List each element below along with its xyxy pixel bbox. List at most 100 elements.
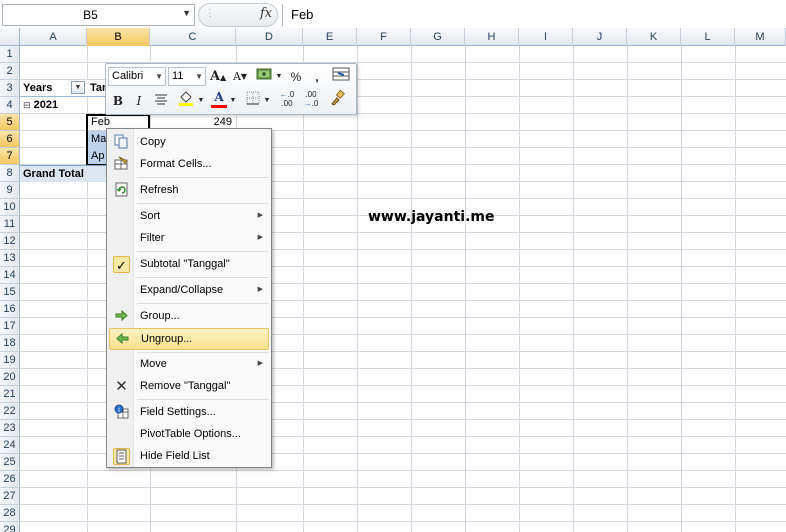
grow-font-button[interactable]: A▲ bbox=[210, 67, 226, 87]
row-header-25[interactable]: 25 bbox=[0, 454, 20, 471]
accounting-format-button[interactable] bbox=[254, 67, 274, 87]
menu-item-expand-collapse[interactable]: Expand/Collapse ▶ bbox=[109, 280, 269, 302]
menu-item-field-settings[interactable]: i Field Settings... bbox=[109, 402, 269, 424]
row-header-6[interactable]: 6 bbox=[0, 131, 20, 148]
refresh-icon bbox=[113, 182, 130, 199]
format-painter-table-button[interactable] bbox=[330, 67, 352, 87]
column-header-c[interactable]: C bbox=[150, 28, 236, 46]
column-header-l[interactable]: L bbox=[681, 28, 735, 46]
italic-button[interactable]: I bbox=[132, 91, 146, 111]
pivot-group-2021[interactable]: ⊟ 2021 bbox=[20, 97, 87, 114]
comma-style-button[interactable]: , bbox=[310, 67, 324, 87]
row-header-21[interactable]: 21 bbox=[0, 386, 20, 403]
menu-item-pivottable-options[interactable]: PivotTable Options... bbox=[109, 424, 269, 446]
column-header-m[interactable]: M bbox=[735, 28, 786, 46]
row-header-3[interactable]: 3 bbox=[0, 80, 20, 97]
row-header-9[interactable]: 9 bbox=[0, 182, 20, 199]
row-header-7[interactable]: 7 bbox=[0, 148, 20, 165]
menu-item-group[interactable]: Group... bbox=[109, 306, 269, 328]
menu-item-remove-label: Remove "Tanggal" bbox=[140, 380, 231, 392]
mini-toolbar: Calibri ▼ 11 ▼ A▲ A▼ ▼ % , B I ▼ A ▼ ▼ ←… bbox=[105, 63, 357, 115]
font-size-combo[interactable]: 11 ▼ bbox=[168, 67, 206, 86]
row-header-10[interactable]: 10 bbox=[0, 199, 20, 216]
row-header-14[interactable]: 14 bbox=[0, 267, 20, 284]
field-list-icon bbox=[113, 448, 130, 465]
column-header-g[interactable]: G bbox=[411, 28, 465, 46]
chevron-down-icon[interactable]: ▼ bbox=[229, 91, 237, 111]
row-header-13[interactable]: 13 bbox=[0, 250, 20, 267]
column-header-k[interactable]: K bbox=[627, 28, 681, 46]
menu-item-remove[interactable]: ✕ Remove "Tanggal" bbox=[109, 376, 269, 398]
row-header-23[interactable]: 23 bbox=[0, 420, 20, 437]
collapse-minus-icon[interactable]: ⊟ bbox=[23, 100, 31, 110]
row-header-26[interactable]: 26 bbox=[0, 471, 20, 488]
menu-item-pivottable-options-label: PivotTable Options... bbox=[140, 428, 241, 440]
row-header-12[interactable]: 12 bbox=[0, 233, 20, 250]
font-name-combo[interactable]: Calibri ▼ bbox=[108, 67, 166, 86]
row-header-16[interactable]: 16 bbox=[0, 301, 20, 318]
row-header-1[interactable]: 1 bbox=[0, 46, 20, 63]
table-format-icon bbox=[332, 67, 350, 81]
pivot-header-tanggal[interactable]: Tan bbox=[87, 80, 107, 97]
row-header-24[interactable]: 24 bbox=[0, 437, 20, 454]
insert-function-icon[interactable]: fx bbox=[260, 6, 272, 21]
row-header-8[interactable]: 8 bbox=[0, 165, 20, 182]
row-header-15[interactable]: 15 bbox=[0, 284, 20, 301]
row-header-4[interactable]: 4 bbox=[0, 97, 20, 114]
row-header-29[interactable]: 29 bbox=[0, 522, 20, 532]
name-box[interactable]: B5 ▼ bbox=[2, 4, 195, 26]
column-header-a[interactable]: A bbox=[20, 28, 87, 46]
menu-item-filter[interactable]: Filter ▶ bbox=[109, 228, 269, 250]
decrease-decimal-button[interactable]: .00 →.0 bbox=[300, 90, 322, 110]
bold-button[interactable]: B bbox=[110, 91, 126, 111]
chevron-down-icon[interactable]: ▼ bbox=[182, 8, 191, 18]
fill-color-button[interactable] bbox=[176, 89, 196, 109]
pivot-grand-total[interactable]: Grand Total bbox=[20, 165, 107, 182]
chevron-down-icon[interactable]: ▼ bbox=[263, 91, 271, 111]
column-header-e[interactable]: E bbox=[303, 28, 357, 46]
borders-button[interactable] bbox=[244, 91, 262, 111]
menu-item-format-cells[interactable]: Format Cells... bbox=[109, 154, 269, 176]
column-header-b[interactable]: B bbox=[87, 28, 150, 46]
row-header-28[interactable]: 28 bbox=[0, 505, 20, 522]
percent-style-button[interactable]: % bbox=[288, 67, 304, 87]
grid-line bbox=[20, 487, 786, 488]
shrink-font-button[interactable]: A▼ bbox=[232, 67, 248, 87]
row-header-17[interactable]: 17 bbox=[0, 318, 20, 335]
format-painter-button[interactable] bbox=[326, 89, 348, 110]
font-color-bar bbox=[211, 105, 227, 108]
select-all-corner[interactable] bbox=[0, 28, 20, 46]
menu-item-refresh-label: Refresh bbox=[140, 184, 179, 196]
formula-input[interactable]: Feb bbox=[282, 4, 786, 26]
decrease-decimal-icon: .00 →.0 bbox=[303, 90, 319, 108]
column-header-f[interactable]: F bbox=[357, 28, 411, 46]
years-filter-dropdown-icon[interactable]: ▼ bbox=[71, 81, 85, 94]
format-cells-icon bbox=[113, 156, 130, 173]
row-header-19[interactable]: 19 bbox=[0, 352, 20, 369]
menu-item-subtotal[interactable]: ✓ Subtotal "Tanggal" bbox=[109, 254, 269, 276]
watermark-text: www.jayanti.me bbox=[368, 209, 495, 225]
row-header-18[interactable]: 18 bbox=[0, 335, 20, 352]
menu-item-refresh[interactable]: Refresh bbox=[109, 180, 269, 202]
center-align-button[interactable] bbox=[152, 91, 170, 111]
row-header-27[interactable]: 27 bbox=[0, 488, 20, 505]
chevron-down-icon[interactable]: ▼ bbox=[275, 67, 283, 87]
row-header-22[interactable]: 22 bbox=[0, 403, 20, 420]
menu-item-copy[interactable]: Copy bbox=[109, 132, 269, 154]
grid-line bbox=[20, 521, 786, 522]
row-header-20[interactable]: 20 bbox=[0, 369, 20, 386]
chevron-down-icon[interactable]: ▼ bbox=[197, 91, 205, 111]
font-color-button[interactable]: A bbox=[210, 89, 228, 109]
menu-item-hide-field-list[interactable]: Hide Field List bbox=[109, 446, 269, 468]
menu-item-move[interactable]: Move ▶ bbox=[109, 354, 269, 376]
column-header-i[interactable]: I bbox=[519, 28, 573, 46]
menu-item-sort[interactable]: Sort ▶ bbox=[109, 206, 269, 228]
row-header-11[interactable]: 11 bbox=[0, 216, 20, 233]
column-header-d[interactable]: D bbox=[236, 28, 303, 46]
menu-item-ungroup[interactable]: Ungroup... bbox=[109, 328, 269, 350]
column-header-h[interactable]: H bbox=[465, 28, 519, 46]
row-header-2[interactable]: 2 bbox=[0, 63, 20, 80]
increase-decimal-button[interactable]: ←.0.00 bbox=[276, 90, 298, 110]
column-header-j[interactable]: J bbox=[573, 28, 627, 46]
row-header-5[interactable]: 5 bbox=[0, 114, 20, 131]
